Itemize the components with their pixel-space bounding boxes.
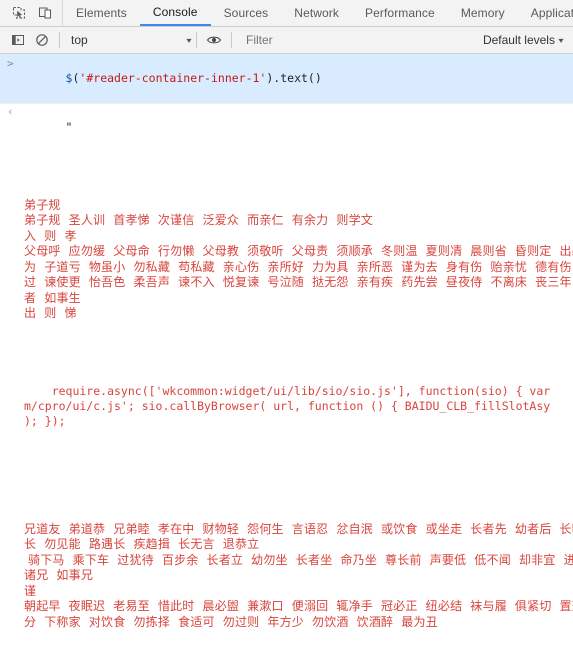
dump-line: 出 则 悌: [24, 306, 77, 320]
execution-context-label: top: [71, 33, 88, 47]
dump-line: [0, 460, 573, 476]
tab-performance-label: Performance: [365, 6, 435, 20]
dump-line: [0, 630, 573, 646]
filter-input[interactable]: [237, 32, 475, 48]
toolbar-divider-1: [59, 32, 60, 48]
dump-line: 分 下称家 对饮食 勿拣择 食适可 勿过则 年方少 勿饮酒 饮酒醉 最为丑: [24, 614, 438, 629]
tab-application[interactable]: Applicatio: [518, 0, 573, 26]
dump-line: [0, 506, 573, 522]
dump-line: require.async(['wkcommon:widget/ui/lib/s…: [24, 383, 551, 398]
input-token-string: '#reader-container-inner-1': [79, 71, 267, 85]
dump-line: 谨: [24, 583, 37, 598]
console-input-line[interactable]: > $('#reader-container-inner-1').text(): [0, 54, 573, 104]
dump-line: [0, 322, 573, 338]
dump-line: 为 子道亏 物虽小 勿私藏 苟私藏 亲心伤 亲所好 力为具 亲所恶 谨为去 身有…: [24, 259, 573, 274]
dump-line: 兄道友 弟道恭 兄弟睦 孝在中 财物轻 怨何生 言语忍 忿自泯 或饮食 或坐走 …: [24, 521, 573, 536]
result-value: ": [65, 120, 73, 134]
devtools-window: Elements Console Sources Network Perform…: [0, 0, 573, 657]
tab-network-label: Network: [294, 6, 340, 20]
tab-console[interactable]: Console: [139, 0, 211, 26]
dump-line: ); });: [24, 413, 66, 428]
tab-memory-label: Memory: [460, 6, 505, 20]
dump-line: 朝起早 夜眠迟 老易至 惜此时 晨必盥 兼漱口 便溺回 辄净手 冠必正 纽必结 …: [24, 599, 573, 613]
console-output[interactable]: > $('#reader-container-inner-1').text() ‹…: [0, 54, 573, 657]
log-levels-select[interactable]: Default levels ▾: [475, 33, 567, 47]
dump-line: 入 则 孝: [24, 228, 77, 243]
tab-performance[interactable]: Performance: [352, 0, 448, 26]
device-toolbar-icon[interactable]: [32, 1, 58, 25]
tab-elements-label: Elements: [76, 6, 127, 20]
result-glyph: ‹: [7, 105, 14, 118]
execution-context-select[interactable]: top ▾: [65, 33, 192, 47]
tab-console-label: Console: [152, 5, 198, 19]
toolbar-divider-2: [196, 32, 197, 48]
tab-sources-label: Sources: [223, 6, 269, 20]
tab-sources[interactable]: Sources: [211, 0, 282, 26]
toolbar-divider-3: [231, 32, 232, 48]
dump-line: [0, 475, 573, 491]
tab-memory[interactable]: Memory: [448, 0, 518, 26]
console-sidebar-icon[interactable]: [6, 29, 30, 51]
dump-line: [0, 337, 573, 353]
chevron-down-icon-levels: ▾: [558, 35, 564, 45]
dump-line: m/cpro/ui/c.js'; sio.callByBrowser( url,…: [24, 398, 551, 413]
dump-line: 长 勿见能 路遇长 疾趋揖 长无言 退恭立: [24, 537, 260, 551]
dump-line: 父母呼 应勿缓 父母命 行勿懒 父母教 须敬听 父母责 须顺承 冬则温 夏则凊 …: [24, 244, 573, 258]
log-levels-label: Default levels: [482, 33, 555, 47]
dump-line: [0, 353, 573, 369]
console-result-line: ‹ ": [0, 104, 573, 151]
console-result-dump: 弟子规 弟子规 圣人训 首孝悌 次谨信 泛爱众 而亲仁 有余力 则学文入 则 孝父…: [0, 151, 573, 657]
dump-line: 骑下马 乘下车 过犹待 百步余 长者立 幼勿坐 长者坐 命乃坐 尊长前 声要低 …: [24, 552, 573, 567]
dump-line: [0, 429, 573, 445]
dump-line: [0, 646, 573, 657]
chevron-down-icon: ▾: [186, 35, 192, 45]
dump-line: [0, 368, 573, 384]
console-toolbar: top ▾ Default levels ▾: [0, 27, 573, 54]
dump-line: [0, 167, 573, 183]
dump-line: [0, 182, 573, 198]
tab-network[interactable]: Network: [281, 0, 352, 26]
clear-console-icon[interactable]: [30, 29, 54, 51]
tab-application-label: Applicatio: [530, 6, 573, 20]
eye-icon[interactable]: [202, 29, 226, 51]
dump-line: 弟子规 圣人训 首孝悌 次谨信 泛爱众 而亲仁 有余力 则学文: [24, 213, 374, 227]
prompt-glyph: >: [7, 57, 14, 70]
dump-line: 诸兄 如事兄: [24, 568, 94, 582]
dump-line: 弟子规: [24, 197, 61, 212]
dump-line: 者 如事生: [24, 290, 81, 305]
tab-elements[interactable]: Elements: [63, 0, 140, 26]
inspect-element-icon[interactable]: [6, 1, 32, 25]
dump-line: [0, 491, 573, 507]
tabbar-icon-group: [0, 0, 63, 26]
dump-line: [0, 444, 573, 460]
panel-tabs: Elements Console Sources Network Perform…: [63, 0, 573, 26]
devtools-tabbar: Elements Console Sources Network Perform…: [0, 0, 573, 27]
dump-line: [0, 151, 573, 167]
dump-line: 过 谏使更 怡吾色 柔吾声 谏不入 悦复谏 号泣随 挞无怨 亲有疾 药先尝 昼夜…: [24, 275, 573, 289]
input-token-method: .text(): [273, 71, 322, 85]
